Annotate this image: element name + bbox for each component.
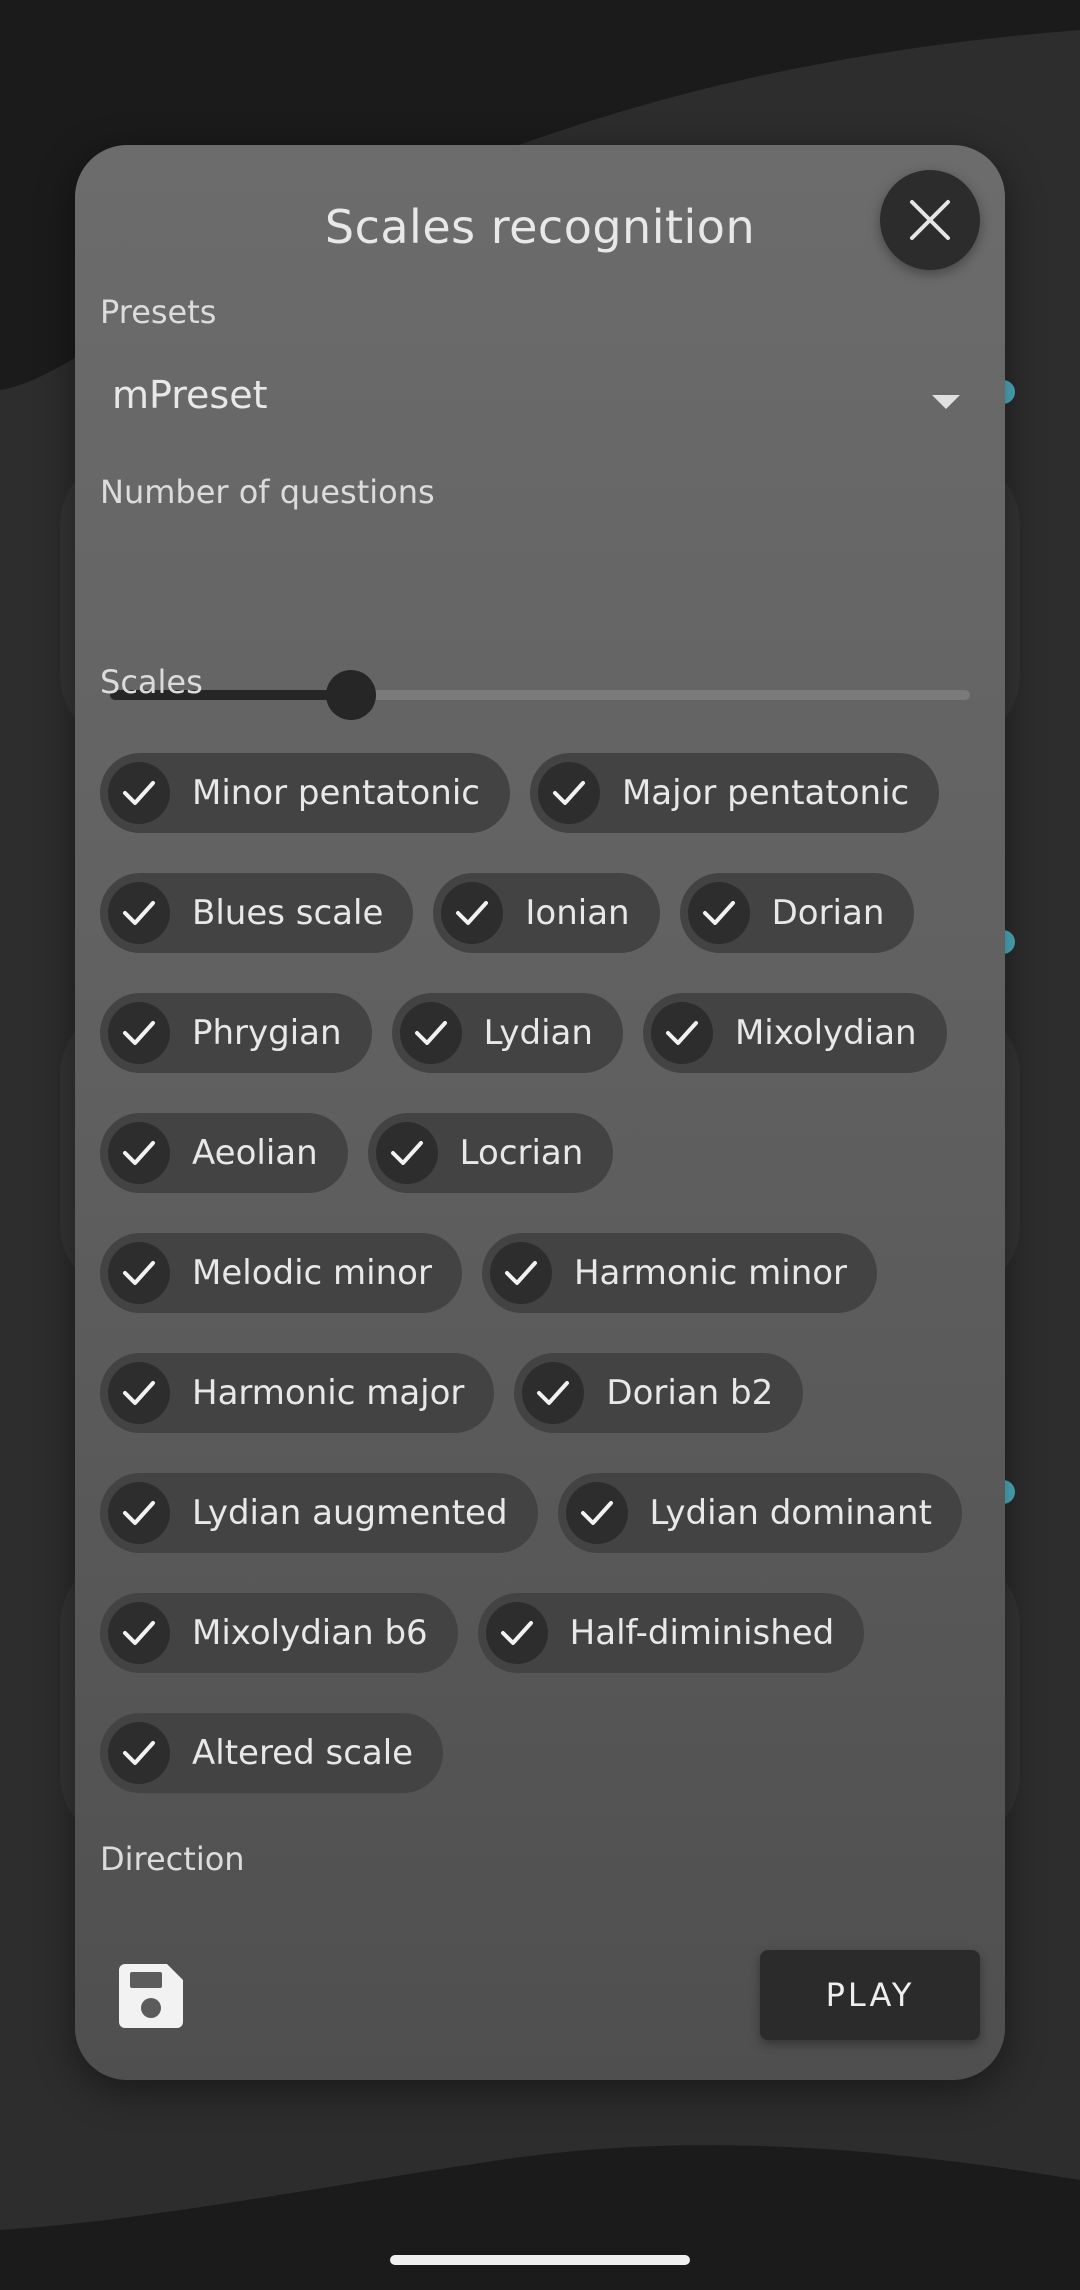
check-icon	[399, 1002, 462, 1064]
preset-value: mPreset	[112, 373, 268, 417]
dialog-title: Scales recognition	[324, 200, 756, 254]
scale-chip[interactable]: Aeolian	[100, 1113, 348, 1193]
scale-chip-label: Mixolydian	[734, 1013, 917, 1053]
chevron-down-icon	[932, 395, 960, 409]
scale-chip-label: Minor pentatonic	[192, 773, 480, 813]
scale-chip-label: Mixolydian b6	[192, 1613, 428, 1653]
check-icon	[441, 882, 504, 944]
scales-label: Scales	[100, 663, 203, 701]
check-icon	[108, 1242, 170, 1304]
scale-chip[interactable]: Lydian dominant	[557, 1473, 962, 1553]
scales-chip-group: Minor pentatonic Major pentatonic Blues sc…	[100, 753, 980, 1793]
scale-chip[interactable]: Dorian	[679, 873, 915, 953]
scale-chip-label: Altered scale	[192, 1733, 414, 1773]
check-icon	[375, 1122, 438, 1184]
presets-label: Presets	[100, 293, 217, 331]
check-icon	[108, 1722, 170, 1784]
play-button[interactable]: PLAY	[760, 1950, 980, 2040]
scale-chip-label: Lydian dominant	[649, 1493, 932, 1533]
scale-chip[interactable]: Blues scale	[100, 873, 414, 953]
check-icon	[565, 1482, 628, 1544]
scale-chip-label: Dorian b2	[606, 1373, 774, 1413]
scale-chip[interactable]: Altered scale	[100, 1713, 444, 1793]
scale-chip[interactable]: Locrian	[367, 1113, 614, 1193]
check-icon	[489, 1242, 552, 1304]
slider-thumb[interactable]	[325, 670, 376, 720]
scale-chip-label: Phrygian	[192, 1013, 342, 1053]
scale-chip[interactable]: Lydian	[391, 993, 623, 1073]
scale-chip-label: Half-diminished	[569, 1613, 835, 1653]
preset-dropdown[interactable]: mPreset	[100, 355, 980, 450]
check-icon	[108, 762, 170, 824]
scale-chip[interactable]: Half-diminished	[477, 1593, 865, 1673]
scale-chip-label: Harmonic minor	[573, 1253, 848, 1293]
scale-chip-label: Major pentatonic	[621, 773, 910, 813]
scale-chip[interactable]: Mixolydian	[642, 993, 947, 1073]
scale-chip-label: Dorian	[771, 893, 885, 933]
check-icon	[108, 1122, 170, 1184]
scale-chip[interactable]: Ionian	[433, 873, 660, 953]
check-icon	[650, 1002, 713, 1064]
scale-chip-label: Ionian	[525, 893, 630, 933]
scale-chip-label: Harmonic major	[192, 1373, 465, 1413]
scale-chip-label: Lydian	[483, 1013, 593, 1053]
check-icon	[108, 1482, 170, 1544]
direction-label: Direction	[100, 1840, 245, 1878]
save-icon	[119, 1964, 183, 2028]
scale-chip[interactable]: Melodic minor	[100, 1233, 462, 1313]
scale-chip[interactable]: Dorian b2	[514, 1353, 804, 1433]
check-icon	[108, 1602, 170, 1664]
scale-chip[interactable]: Mixolydian b6	[100, 1593, 458, 1673]
home-indicator	[390, 2255, 690, 2265]
check-icon	[522, 1362, 585, 1424]
scale-chip[interactable]: Major pentatonic	[529, 753, 940, 833]
scale-chip-label: Locrian	[459, 1133, 584, 1173]
check-icon	[108, 1002, 170, 1064]
scale-chip[interactable]: Phrygian	[100, 993, 372, 1073]
scale-chip[interactable]: Minor pentatonic	[100, 753, 510, 833]
check-icon	[108, 882, 170, 944]
check-icon	[108, 1362, 170, 1424]
save-button[interactable]	[115, 1960, 187, 2032]
scale-chip-label: Blues scale	[192, 893, 384, 933]
scale-chip-label: Melodic minor	[192, 1253, 432, 1293]
scales-recognition-dialog: Scales recognition Presets mPreset Numbe…	[75, 145, 1005, 2080]
scale-chip-label: Lydian augmented	[192, 1493, 508, 1533]
questions-slider[interactable]	[110, 665, 970, 725]
check-icon	[485, 1602, 548, 1664]
scale-chip[interactable]: Harmonic minor	[481, 1233, 878, 1313]
scale-chip[interactable]: Lydian augmented	[100, 1473, 538, 1553]
check-icon	[687, 882, 750, 944]
scale-chip-label: Aeolian	[192, 1133, 318, 1173]
check-icon	[537, 762, 600, 824]
scale-chip[interactable]: Harmonic major	[100, 1353, 495, 1433]
number-of-questions-label: Number of questions	[100, 473, 435, 511]
